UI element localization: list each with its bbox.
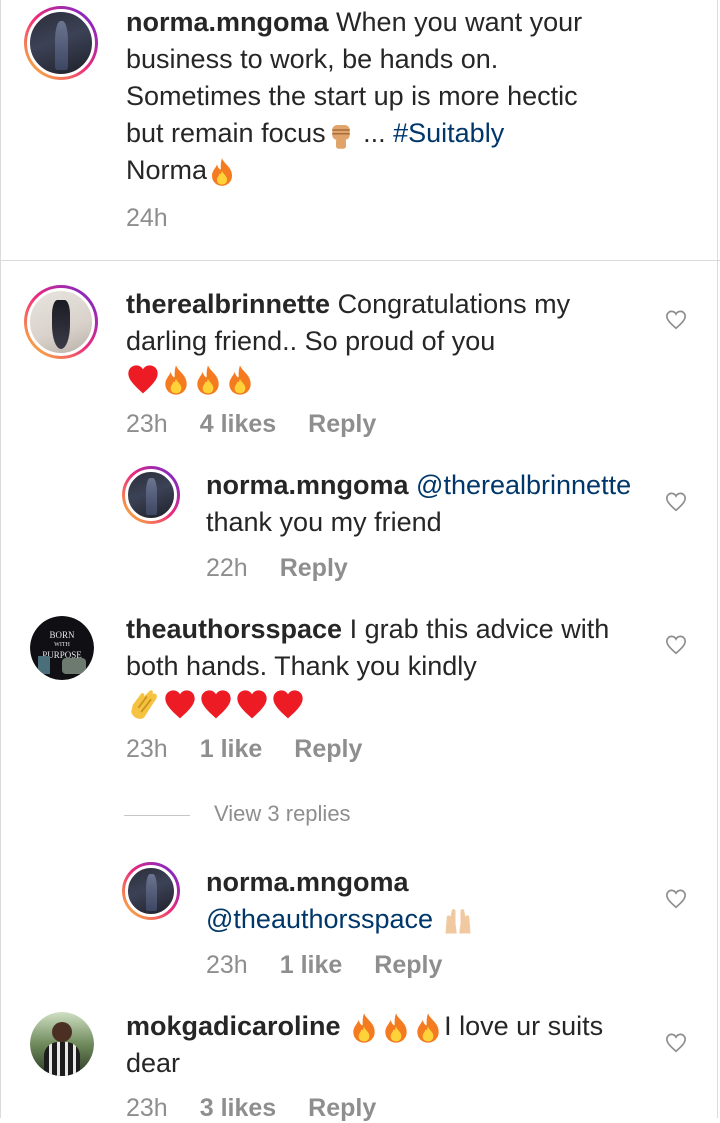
caption-line: When you want your — [336, 7, 583, 37]
comment-text: norma.mngoma @theauthorsspace — [206, 864, 656, 938]
hashtag-link[interactable]: #Suitably — [393, 118, 504, 148]
raising-hands-emoji-icon — [445, 909, 471, 934]
like-heart-icon[interactable] — [664, 309, 688, 331]
comment-meta: 23h 3 likes Reply — [126, 1094, 408, 1123]
avatar[interactable] — [30, 1012, 94, 1076]
reply-button[interactable]: Reply — [294, 735, 362, 763]
red-heart-emoji-icon — [201, 690, 231, 719]
view-replies-line — [124, 815, 190, 816]
comment-text: mokgadicaroline I love ur suits dear — [126, 1008, 656, 1082]
fire-emoji-icon — [197, 365, 219, 395]
mention-link[interactable]: @theauthorsspace — [206, 904, 433, 934]
caption-line: business to work, be hands on. — [126, 44, 499, 74]
red-heart-emoji-icon — [273, 690, 303, 719]
comment-meta: 24h — [126, 204, 200, 233]
comment-text: therealbrinnette Congratulations my darl… — [126, 286, 646, 397]
comment-line: darling friend.. So proud of you — [126, 326, 496, 356]
emoji-row — [126, 688, 306, 720]
fire-emoji-icon — [385, 1013, 407, 1043]
fire-emoji-icon — [165, 365, 187, 395]
fire-emoji-icon — [353, 1013, 375, 1043]
reply-button[interactable]: Reply — [280, 554, 348, 582]
clapping-hands-emoji-icon — [130, 689, 158, 720]
comment-text: theauthorsspace I grab this advice with … — [126, 611, 646, 722]
reply-button[interactable]: Reply — [308, 410, 376, 438]
comment-line: Congratulations my — [337, 289, 571, 319]
like-heart-icon[interactable] — [664, 634, 688, 656]
red-heart-emoji-icon — [128, 365, 158, 394]
timestamp: 23h — [206, 951, 248, 979]
username[interactable]: norma.mngoma — [206, 470, 409, 500]
username[interactable]: norma.mngoma — [126, 7, 329, 37]
likes-count[interactable]: 1 like — [200, 735, 263, 763]
red-heart-emoji-icon — [237, 690, 267, 719]
comment-meta: 23h 1 like Reply — [126, 735, 394, 764]
caption-line: Sometimes the start up is more hectic — [126, 81, 578, 111]
like-heart-icon[interactable] — [664, 491, 688, 513]
username[interactable]: norma.mngoma — [206, 867, 409, 897]
timestamp: 24h — [126, 204, 168, 232]
fire-emoji-icon — [212, 158, 233, 186]
fire-emoji-icon — [229, 365, 251, 395]
comment-line: I love ur suits — [444, 1011, 604, 1041]
timestamp: 22h — [206, 554, 248, 582]
caption-line: Norma — [126, 155, 208, 185]
avatar[interactable] — [122, 466, 180, 524]
timestamp: 23h — [126, 410, 168, 438]
avatar[interactable] — [24, 6, 98, 80]
comment-line: I grab this advice with — [349, 614, 610, 644]
avatar[interactable]: BORN WITH PURPOSE — [30, 616, 94, 680]
avatar[interactable] — [24, 285, 98, 359]
comment-meta: 23h 1 like Reply — [206, 951, 474, 980]
raised-fist-emoji-icon — [331, 124, 351, 150]
fire-emoji-icon — [417, 1013, 439, 1043]
likes-count[interactable]: 4 likes — [200, 410, 276, 438]
caption-text: norma.mngoma When you want your business… — [126, 4, 686, 189]
red-heart-emoji-icon — [165, 690, 195, 719]
ellipsis: ... — [355, 118, 394, 148]
mention-link[interactable]: @therealbrinnette — [416, 470, 631, 500]
emoji-row — [126, 363, 256, 395]
view-replies-button[interactable]: View 3 replies — [214, 801, 351, 827]
username[interactable]: mokgadicaroline — [126, 1011, 341, 1041]
caption-line: but remain focus — [126, 118, 326, 148]
like-heart-icon[interactable] — [664, 1032, 688, 1054]
comment-meta: 23h 4 likes Reply — [126, 410, 408, 439]
comment-meta: 22h Reply — [206, 554, 380, 583]
comment-text: norma.mngoma @therealbrinnette thank you… — [206, 467, 656, 541]
like-heart-icon[interactable] — [664, 888, 688, 910]
timestamp: 23h — [126, 735, 168, 763]
reply-button[interactable]: Reply — [374, 951, 442, 979]
username[interactable]: therealbrinnette — [126, 289, 330, 319]
likes-count[interactable]: 1 like — [280, 951, 343, 979]
comment-line: thank you my friend — [206, 507, 442, 537]
username[interactable]: theauthorsspace — [126, 614, 342, 644]
divider — [0, 260, 720, 261]
avatar[interactable] — [122, 862, 180, 920]
comment-line: dear — [126, 1048, 181, 1078]
comment-line: both hands. Thank you kindly — [126, 651, 477, 681]
